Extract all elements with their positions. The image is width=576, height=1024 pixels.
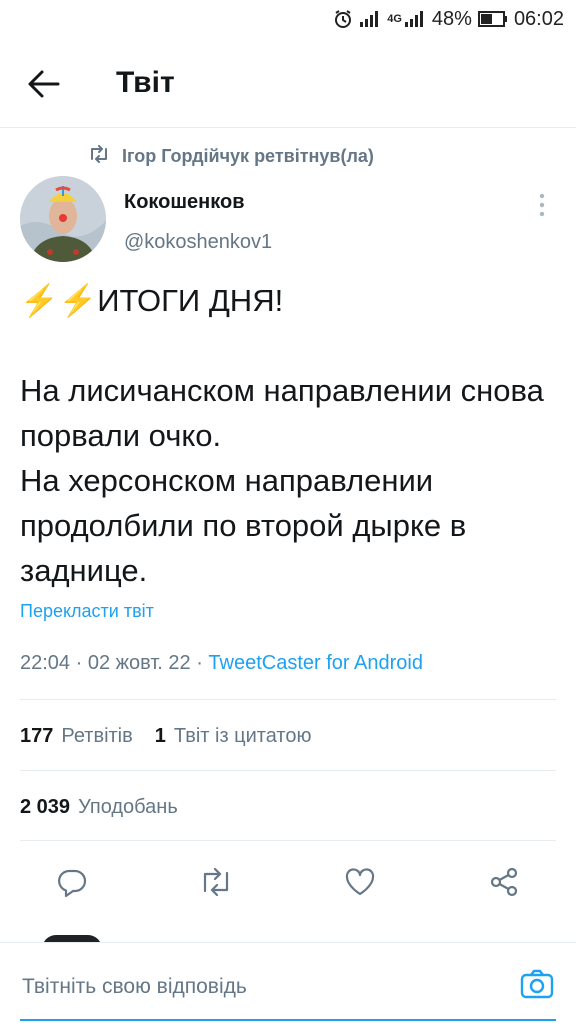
tweet-text: ⚡⚡ИТОГИ ДНЯ! На лисичанском направлении …	[20, 283, 544, 588]
likes-row: 2 039 Уподобань	[20, 796, 200, 819]
meta-separator: ·	[190, 652, 209, 674]
quotes-label: Твіт із цитатою	[173, 725, 312, 747]
quotes-stat[interactable]: 1 Твіт із цитатою	[155, 725, 312, 748]
signal-icon	[359, 10, 381, 28]
retweeted-by-label: Ігор Гордійчук ретвітнув(ла)	[122, 146, 374, 166]
tweet-date: 02 жовт. 22	[87, 652, 191, 674]
likes-count: 2 039	[20, 796, 71, 818]
clock: 06:02	[513, 7, 564, 30]
divider	[20, 699, 556, 700]
more-options-icon[interactable]	[530, 190, 554, 220]
reply-input-underline	[20, 1019, 556, 1021]
avatar[interactable]	[20, 176, 106, 262]
likes-stat[interactable]: 2 039 Уподобань	[20, 796, 178, 819]
divider	[20, 770, 556, 771]
signal-4g-icon: 4G	[387, 10, 426, 28]
stats-row: 177 Ретвітів 1 Твіт із цитатою	[20, 725, 334, 748]
author-username[interactable]: @kokoshenkov1	[124, 231, 272, 254]
battery-icon	[477, 11, 508, 27]
quotes-count: 1	[154, 725, 166, 747]
battery-percent: 48%	[431, 7, 472, 30]
likes-label: Уподобань	[78, 796, 178, 818]
alarm-icon	[333, 9, 353, 29]
reply-input[interactable]: Твітніть свою відповідь	[22, 975, 247, 999]
reply-composer: Твітніть свою відповідь	[0, 942, 576, 1024]
camera-icon[interactable]	[520, 967, 554, 1001]
retweet-icon	[88, 145, 122, 168]
meta-separator: ·	[70, 652, 88, 674]
share-icon[interactable]	[484, 862, 524, 902]
tweet-meta: 22:04 · 02 жовт. 22 · TweetCaster for An…	[20, 652, 423, 675]
page-title: Твіт	[116, 66, 175, 99]
tweet-time: 22:04	[20, 652, 71, 674]
network-label: 4G	[387, 13, 402, 25]
retweets-count: 177	[20, 725, 54, 747]
tweet-client-link[interactable]: TweetCaster for Android	[208, 652, 423, 674]
arrow-left-icon[interactable]	[26, 66, 62, 102]
like-icon[interactable]	[340, 862, 380, 902]
retweets-stat[interactable]: 177 Ретвітів	[20, 725, 133, 748]
retweet-icon[interactable]	[196, 862, 236, 902]
reply-icon[interactable]	[52, 862, 92, 902]
app-header: Твіт	[0, 38, 576, 128]
translate-link[interactable]: Перекласти твіт	[20, 601, 154, 622]
retweets-label: Ретвітів	[61, 725, 133, 747]
retweeted-by[interactable]: Ігор Гордійчук ретвітнув(ла)	[88, 145, 374, 168]
author-display-name[interactable]: Кокошенков	[124, 191, 245, 214]
status-bar: 4G 48% 06:02	[0, 0, 576, 38]
divider	[20, 840, 556, 841]
tweet-actions	[0, 862, 576, 902]
